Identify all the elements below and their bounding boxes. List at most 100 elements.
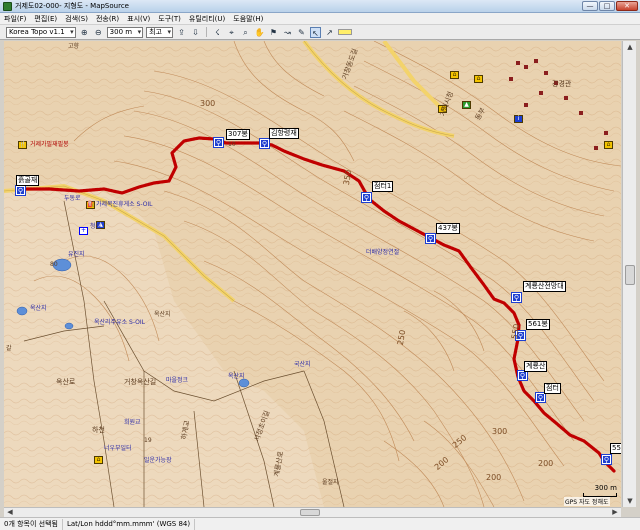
receive-from-device-icon[interactable]: ⇩	[190, 27, 201, 38]
menu-view[interactable]: 표시(V)	[127, 14, 150, 24]
map-canvas[interactable]: ⛽ + ▲ 🍴 ⌂ ⌂ ⌂ ▲ ⌂ ⌂ i ⚲ 307봉 ⚲ 김항령재 ⚲ 점터…	[4, 41, 621, 507]
menu-file[interactable]: 파일(F)	[4, 14, 26, 24]
poi-gas-station-icon[interactable]: ⛽	[86, 201, 95, 209]
place-label: 거제가필재필봉	[30, 141, 69, 148]
menu-transfer[interactable]: 전송(R)	[96, 14, 119, 24]
scroll-right-icon[interactable]: ▶	[610, 508, 620, 517]
poi-building-icon[interactable]: ▲	[462, 101, 471, 109]
horizontal-scroll-thumb[interactable]	[300, 509, 321, 516]
waypoint-label-observatory[interactable]: 계룡산전망대	[523, 281, 566, 292]
zoom-tool-icon[interactable]: ⌕	[240, 27, 251, 38]
waypoint-label-559[interactable]: 559	[610, 443, 621, 454]
waypoint-label-gimhang[interactable]: 김항령재	[269, 128, 299, 139]
map-number-label: 19	[144, 437, 152, 444]
waypoint-label-561[interactable]: 561봉	[526, 319, 550, 330]
vertical-scroll-thumb[interactable]	[625, 264, 635, 285]
scale-label: 300 m	[594, 484, 617, 492]
menu-utilities[interactable]: 유틸리티(U)	[189, 14, 225, 24]
place-label: 하천	[92, 426, 105, 434]
hiker-waypoint-icon[interactable]: ⚲	[361, 192, 372, 203]
map-number-label: 80	[50, 261, 58, 268]
coordinate-format: Lat/Lon hddd°mm.mmm' (WGS 84)	[63, 518, 196, 530]
track-tool-icon[interactable]: ✎	[296, 27, 307, 38]
poi-hospital-icon[interactable]: +	[79, 227, 88, 235]
place-label: 옥산지	[30, 305, 47, 312]
place-label: 고향	[68, 43, 80, 50]
waypoint-label-437[interactable]: 437봉	[436, 223, 460, 234]
send-to-device-icon[interactable]: ⇪	[176, 27, 187, 38]
selection-status: 0개 항목이 선택됨	[0, 518, 63, 530]
poi-park-icon[interactable]: ⌂	[94, 456, 103, 464]
contour-label: 300	[200, 99, 216, 108]
place-label: 국산지	[294, 361, 311, 368]
hiker-waypoint-icon[interactable]: ⚲	[259, 138, 270, 149]
place-label: 희원교	[124, 419, 141, 426]
gps-note: GPS 자도 정해도	[564, 497, 610, 506]
poi-restaurant-icon[interactable]: 🍴	[18, 141, 27, 149]
menu-help[interactable]: 도움말(H)	[233, 14, 263, 24]
place-label: 옥산지	[154, 311, 171, 318]
selection-tool-icon[interactable]: ⌖	[226, 27, 237, 38]
hiker-waypoint-icon[interactable]: ⚲	[517, 370, 528, 381]
place-label: 옥산리주유소 S-OIL	[94, 319, 146, 326]
status-bar: 0개 항목이 선택됨 Lat/Lon hddd°mm.mmm' (WGS 84)	[0, 517, 640, 530]
contour-label: 300	[492, 427, 508, 436]
place-label: 더배양정연절	[366, 249, 400, 256]
pointer-tool-icon[interactable]: ↖	[309, 26, 321, 38]
map-product-select[interactable]: Korea Topo v1.1	[6, 26, 76, 38]
poi-building-icon[interactable]: ⌂	[604, 141, 613, 149]
scroll-up-icon[interactable]: ▲	[625, 42, 635, 52]
poi-building-icon[interactable]: ⌂	[474, 75, 483, 83]
place-label: 일운가능장	[144, 457, 172, 464]
place-label: 가제목진휴게소 S-OIL	[96, 201, 153, 208]
place-label: 청원	[90, 223, 102, 230]
window-title: 거제도02-000- 지형도 - MapSource	[15, 2, 129, 10]
zoom-in-icon[interactable]: ⊕	[79, 27, 90, 38]
app-icon	[3, 1, 12, 11]
minimize-button[interactable]: —	[582, 1, 598, 11]
place-label: 너우부일터	[104, 445, 132, 452]
hiker-waypoint-icon[interactable]: ⚲	[535, 392, 546, 403]
scroll-down-icon[interactable]: ▼	[625, 496, 635, 506]
waypoint-label-gyeryongsan[interactable]: 계룡산	[524, 361, 548, 372]
waypoint-label-jeomteo1[interactable]: 점터1	[372, 181, 394, 192]
waypoint-label-heukgol[interactable]: 흙골재	[16, 175, 40, 186]
map-tool-icon[interactable]: ☇	[212, 27, 223, 38]
hiker-waypoint-icon[interactable]: ⚲	[425, 233, 436, 244]
hand-tool-icon[interactable]: ✋	[254, 27, 265, 38]
vertical-scrollbar[interactable]: ▲ ▼	[622, 41, 636, 507]
maximize-button[interactable]: □	[599, 1, 615, 11]
waypoint-tool-icon[interactable]: ⚑	[268, 27, 279, 38]
place-label: 두동로	[64, 195, 81, 202]
poi-building-icon[interactable]: i	[514, 115, 523, 123]
highlight-tool-icon[interactable]	[337, 29, 352, 35]
place-label: 마을정크	[166, 377, 189, 384]
distance-tool-icon[interactable]: ↗	[324, 27, 335, 38]
poi-building-icon[interactable]: ⌂	[450, 71, 459, 79]
hiker-waypoint-icon[interactable]: ⚲	[213, 137, 224, 148]
window-titlebar: 거제도02-000- 지형도 - MapSource — □ ✕	[0, 0, 640, 13]
contour-label: 200	[486, 473, 502, 482]
zoom-level-select[interactable]: 300 m	[106, 26, 144, 38]
waypoint-label-jeomteo[interactable]: 점터	[544, 383, 561, 394]
place-label: 갈	[6, 345, 12, 352]
place-label: 옥산로	[56, 378, 76, 386]
detail-select[interactable]: 최고	[146, 26, 173, 38]
menu-edit[interactable]: 편집(E)	[34, 14, 57, 24]
place-label: 유진지	[68, 251, 85, 258]
place-label: 강경관	[552, 80, 572, 88]
waypoint-label-307[interactable]: 307봉	[226, 129, 250, 140]
contour-label: 200	[538, 459, 554, 468]
hiker-waypoint-icon[interactable]: ⚲	[511, 292, 522, 303]
hiker-waypoint-icon[interactable]: ⚲	[601, 454, 612, 465]
hiker-waypoint-icon[interactable]: ⚲	[15, 185, 26, 196]
menu-find[interactable]: 검색(S)	[65, 14, 88, 24]
route-tool-icon[interactable]: ↝	[282, 27, 293, 38]
scroll-left-icon[interactable]: ◀	[5, 508, 15, 517]
menu-bar: 파일(F) 편집(E) 검색(S) 전송(R) 표시(V) 도구(T) 유틸리티…	[0, 13, 640, 25]
menu-tools[interactable]: 도구(T)	[158, 14, 181, 24]
horizontal-scrollbar[interactable]: ◀ ▶	[4, 507, 621, 517]
zoom-out-icon[interactable]: ⊖	[93, 27, 104, 38]
close-button[interactable]: ✕	[616, 1, 638, 11]
place-label: 거창옥산길	[124, 378, 157, 386]
